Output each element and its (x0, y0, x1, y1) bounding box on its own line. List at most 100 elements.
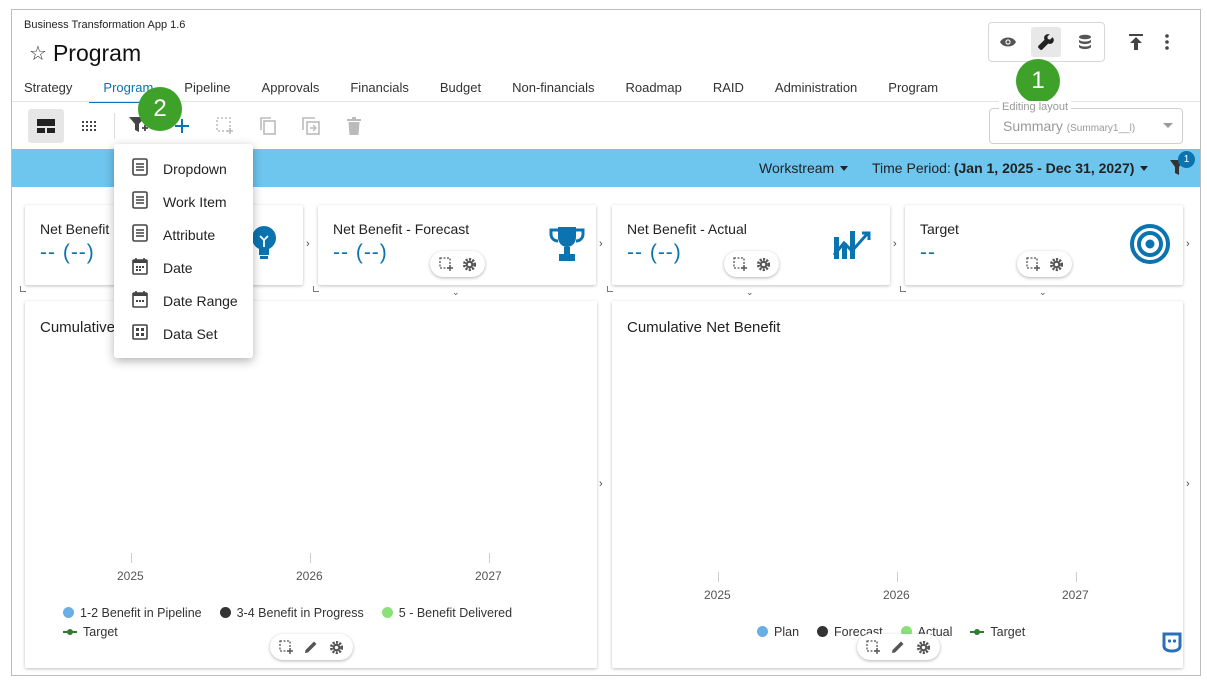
tab-program-2[interactable]: Program (888, 80, 938, 102)
select-widget-icon[interactable] (1025, 257, 1040, 271)
select-widget-icon[interactable] (732, 257, 747, 271)
legend-label: Target (990, 624, 1026, 639)
chevron-down-icon[interactable]: ⌄ (452, 287, 460, 298)
resize-handle[interactable] (607, 286, 613, 292)
eye-icon[interactable] (993, 27, 1023, 57)
chevron-down-icon[interactable]: ⌄ (746, 287, 754, 298)
tab-budget[interactable]: Budget (440, 80, 481, 102)
legend-dot (381, 607, 393, 618)
editing-layout-select[interactable]: Editing layout Summary (Summary1__l) (989, 101, 1183, 144)
legend-item[interactable]: 3-4 Benefit in Progress (219, 603, 364, 622)
add-widget-icon[interactable] (207, 109, 243, 143)
tab-strategy[interactable]: Strategy (24, 80, 72, 102)
add-widget-menu: Dropdown Work Item Attribute Date Date R… (114, 144, 253, 358)
tab-non-financials[interactable]: Non-financials (512, 80, 594, 102)
legend-item[interactable]: 5 - Benefit Delivered (381, 603, 513, 622)
workstream-filter[interactable]: Workstream (759, 160, 849, 176)
form-icon (132, 158, 148, 179)
database-icon[interactable] (1070, 27, 1100, 57)
gear-icon[interactable] (329, 640, 344, 655)
legend-label: Plan (774, 624, 800, 639)
chevron-right-icon[interactable]: › (893, 238, 897, 250)
legend-item[interactable]: Target (970, 622, 1025, 641)
select-widget-icon[interactable] (279, 640, 294, 654)
kpi-value: -- (920, 241, 936, 264)
chevron-right-icon[interactable]: › (1186, 478, 1190, 490)
chart-card-cumulative-net-benefit: Cumulative Net Benefit 2025 2026 2027 Pl… (612, 301, 1183, 668)
layout-grid-button[interactable] (71, 109, 107, 143)
tab-financials[interactable]: Financials (350, 80, 409, 102)
tab-roadmap[interactable]: Roadmap (625, 80, 681, 102)
tab-approvals[interactable]: Approvals (262, 80, 320, 102)
tab-pipeline[interactable]: Pipeline (184, 80, 230, 102)
copy-icon[interactable] (250, 109, 286, 143)
wrench-icon[interactable] (1031, 27, 1062, 57)
gear-icon[interactable] (916, 640, 931, 655)
gear-icon[interactable] (1049, 257, 1064, 272)
delete-icon[interactable] (336, 109, 372, 143)
chevron-down-icon[interactable]: ⌄ (1039, 287, 1047, 298)
menu-item-date[interactable]: Date (114, 251, 253, 284)
calendar-icon (132, 290, 148, 311)
star-icon[interactable]: ☆ (29, 44, 47, 64)
pencil-icon[interactable] (304, 640, 318, 654)
gear-icon[interactable] (462, 257, 477, 272)
resize-handle[interactable] (313, 286, 319, 292)
chevron-right-icon[interactable]: › (306, 238, 310, 250)
more-vert-icon[interactable] (1154, 29, 1180, 55)
kpi-title: Net Benefit (40, 221, 110, 237)
time-period-label: Time Period: (872, 160, 951, 176)
tab-raid[interactable]: RAID (713, 80, 744, 102)
x-tick (310, 553, 311, 563)
legend-label: 5 - Benefit Delivered (398, 605, 513, 620)
widget-actions (1017, 251, 1072, 277)
select-widget-icon[interactable] (438, 257, 453, 271)
kpi-value: -- (--) (627, 241, 682, 264)
kpi-title: Net Benefit - Forecast (333, 221, 470, 237)
chevron-right-icon[interactable]: › (1186, 238, 1190, 250)
app-name: Business Transformation App 1.6 (24, 19, 186, 31)
chevron-down-icon (1140, 165, 1149, 171)
publish-icon[interactable] (1123, 29, 1149, 55)
chevron-right-icon[interactable]: › (599, 238, 603, 250)
gear-icon[interactable] (756, 257, 771, 272)
legend-dot (219, 607, 231, 618)
legend-line (970, 628, 985, 635)
chevron-down-icon (840, 165, 849, 171)
chevron-right-icon[interactable]: › (599, 478, 603, 490)
resize-handle[interactable] (900, 286, 906, 292)
layout-rows-button[interactable] (28, 109, 64, 143)
legend-item[interactable]: Plan (757, 622, 799, 641)
form-icon (132, 191, 148, 212)
legend-label: 1-2 Benefit in Pipeline (80, 605, 202, 620)
grid-icon (132, 324, 148, 343)
pencil-icon[interactable] (891, 640, 905, 654)
x-tick (897, 572, 898, 582)
kpi-value: -- (--) (333, 241, 388, 264)
kpi-title: Net Benefit - Actual (627, 221, 747, 237)
widget-actions (724, 251, 779, 277)
calendar-icon (132, 257, 148, 278)
title-row: ☆ Program (29, 40, 141, 67)
menu-item-label: Date Range (163, 292, 238, 309)
chevron-down-icon (1163, 123, 1173, 128)
x-tick-label: 2026 (296, 569, 323, 583)
legend-item[interactable]: 1-2 Benefit in Pipeline (63, 603, 202, 622)
legend-dot (757, 626, 768, 637)
select-widget-icon[interactable] (866, 640, 881, 654)
time-period-filter[interactable]: Time Period: (Jan 1, 2025 - Dec 31, 2027… (872, 160, 1149, 176)
menu-item-attribute[interactable]: Attribute (114, 218, 253, 251)
duplicate-icon[interactable] (293, 109, 329, 143)
resize-handle[interactable] (20, 286, 26, 292)
kpi-title: Target (920, 221, 959, 237)
tab-administration[interactable]: Administration (775, 80, 857, 102)
menu-item-work-item[interactable]: Work Item (114, 185, 253, 218)
kpi-value: -- (--) (40, 241, 95, 264)
menu-item-label: Date (163, 259, 193, 276)
view-mode-group (988, 22, 1105, 62)
menu-item-data-set[interactable]: Data Set (114, 317, 253, 350)
menu-item-date-range[interactable]: Date Range (114, 284, 253, 317)
editing-layout-value: Summary (Summary1__l) (1003, 118, 1135, 134)
chat-bot-icon[interactable] (1161, 631, 1183, 658)
menu-item-dropdown[interactable]: Dropdown (114, 152, 253, 185)
